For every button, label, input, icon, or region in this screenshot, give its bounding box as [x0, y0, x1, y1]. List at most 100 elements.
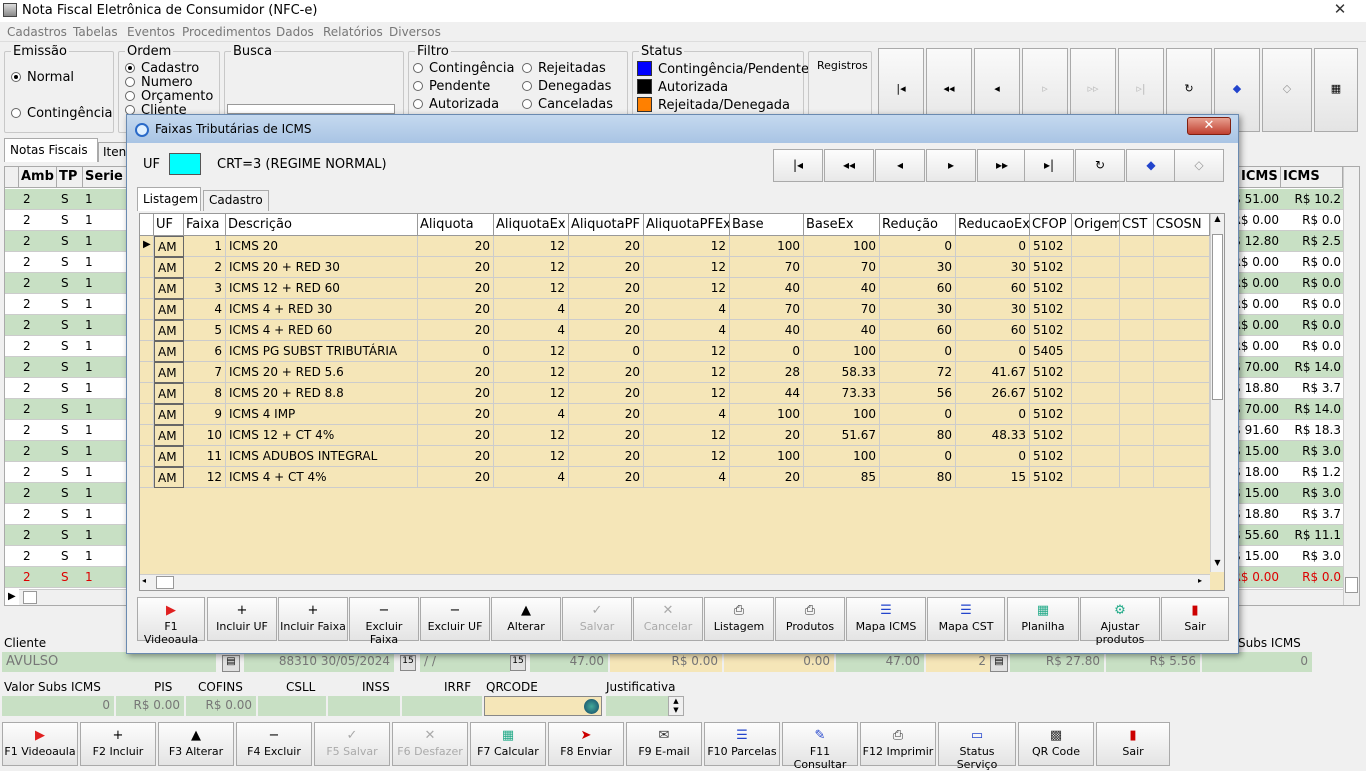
status-servico-button[interactable]: ▭ Status Serviço	[938, 722, 1016, 771]
filtro-pendente-radio[interactable]: Pendente	[413, 79, 490, 94]
sair-button[interactable]: ▮ Sair	[1161, 597, 1229, 641]
menu-procedimentos[interactable]: Procedimentos	[182, 25, 271, 39]
table-row[interactable]: AM 3 ICMS 12 + RED 60 20 12 20 12 40 40 60 60 5102	[140, 278, 1212, 299]
column-header[interactable]: Faixa	[184, 214, 226, 236]
grid-vscroll[interactable]: ▲ ▼	[1210, 214, 1224, 572]
filtro-denegadas-radio[interactable]: Denegadas	[522, 79, 611, 94]
f10-parcelas-button[interactable]: ☰ F10 Parcelas	[704, 722, 780, 766]
planilha-button[interactable]: ▦ Planilha	[1007, 597, 1079, 641]
emissao-normal-radio[interactable]: Normal	[11, 70, 74, 85]
dialog-goto-button[interactable]: ◇	[1174, 149, 1224, 182]
cliente-field[interactable]: AVULSO	[2, 652, 216, 672]
column-header[interactable]: Descrição	[226, 214, 418, 236]
dialog-first-button[interactable]: |◂	[773, 149, 823, 182]
cancelar-button[interactable]: ✕ Cancelar	[633, 597, 703, 641]
dialog-prev-button[interactable]: ◂	[875, 149, 925, 182]
filtro-canceladas-radio[interactable]: Canceladas	[522, 97, 613, 112]
scroll-up-icon[interactable]: ▲	[1211, 214, 1224, 223]
f9-email-button[interactable]: ✉ F9 E-mail	[626, 722, 702, 766]
tab-itens[interactable]: Itens	[98, 142, 128, 162]
table-row[interactable]: AM 11 ICMS ADUBOS INTEGRAL 20 12 20 12 100 100 0 0…	[140, 446, 1212, 467]
listagem-button[interactable]: ⎙ Listagem	[704, 597, 774, 641]
parcelas-icon[interactable]: ▤	[990, 655, 1008, 672]
dialog-prev-page-button[interactable]: ◂◂	[824, 149, 874, 182]
incluir-uf-button[interactable]: + Incluir UF	[207, 597, 277, 641]
calculator-button[interactable]: ▦	[1314, 48, 1358, 132]
faixas-grid[interactable]: UF Faixa Descrição Aliquota AliquotaEx Aliquo…	[139, 213, 1225, 591]
dialog-bookmark-button[interactable]: ◆	[1126, 149, 1176, 182]
excluir-uf-button[interactable]: − Excluir UF	[420, 597, 490, 641]
scroll-thumb[interactable]	[23, 591, 37, 604]
acrescimo-field[interactable]: 0.00	[724, 652, 834, 672]
dialog-next-page-button[interactable]: ▸▸	[977, 149, 1027, 182]
close-icon[interactable]: ✕	[1322, 0, 1358, 18]
menu-eventos[interactable]: Eventos	[127, 25, 175, 39]
column-header[interactable]: CSOSN	[1154, 214, 1210, 236]
dialog-close-icon[interactable]: ✕	[1187, 117, 1231, 135]
column-header[interactable]: Redução	[880, 214, 956, 236]
f2-incluir-button[interactable]: + F2 Incluir	[80, 722, 156, 766]
uf-input[interactable]	[169, 153, 201, 175]
col-tp[interactable]: TP	[57, 167, 83, 188]
scroll-thumb[interactable]	[1345, 577, 1358, 593]
column-header[interactable]: Base	[730, 214, 804, 236]
filtro-autorizada-radio[interactable]: Autorizada	[413, 97, 499, 112]
menu-cadastros[interactable]: Cadastros	[7, 25, 67, 39]
scroll-right-icon[interactable]: ▸	[1198, 576, 1202, 585]
column-header[interactable]: CST	[1120, 214, 1154, 236]
table-row[interactable]: AM 4 ICMS 4 + RED 30 20 4 20 4 70 70 30 30 5102	[140, 299, 1212, 320]
grid-hscroll[interactable]: ◂ ▸	[140, 574, 1210, 590]
f11-consultar-button[interactable]: ✎ F11 Consultar	[782, 722, 858, 771]
col-icms-2[interactable]: ICMS	[1281, 167, 1343, 188]
tab-notas-fiscais[interactable]: Notas Fiscais	[4, 138, 98, 162]
f3-alterar-button[interactable]: ▲ F3 Alterar	[158, 722, 234, 766]
scroll-thumb[interactable]	[1212, 234, 1223, 400]
data2-field[interactable]: / /	[420, 652, 510, 672]
f8-enviar-button[interactable]: ➤ F8 Enviar	[548, 722, 624, 766]
table-row[interactable]: AM 2 ICMS 20 + RED 30 20 12 20 12 70 70 30 30 5102	[140, 257, 1212, 278]
justificativa-field[interactable]	[606, 696, 668, 716]
grid-vscroll[interactable]	[1343, 167, 1359, 605]
table-row[interactable]: AM 8 ICMS 20 + RED 8.8 20 12 20 12 44 73.33 56 26.…	[140, 383, 1212, 404]
column-header[interactable]: Origem	[1072, 214, 1120, 236]
filtro-rejeitadas-radio[interactable]: Rejeitadas	[522, 61, 606, 76]
menu-dados[interactable]: Dados	[276, 25, 314, 39]
scroll-left-icon[interactable]: ◂	[142, 576, 146, 585]
menu-diversos[interactable]: Diversos	[389, 25, 441, 39]
menu-tabelas[interactable]: Tabelas	[73, 25, 118, 39]
incluir-faixa-button[interactable]: + Incluir Faixa	[278, 597, 348, 641]
sair-button[interactable]: ▮ Sair	[1096, 722, 1170, 766]
dialog-last-button[interactable]: ▸|	[1024, 149, 1074, 182]
f1-videoaula-button[interactable]: ▶ F1 Videoaula	[2, 722, 78, 766]
f12-imprimir-button[interactable]: ⎙ F12 Imprimir	[860, 722, 936, 766]
globe-icon[interactable]	[584, 699, 599, 714]
qr-code-button[interactable]: ▩ QR Code	[1018, 722, 1094, 766]
scroll-down-icon[interactable]: ▼	[1211, 558, 1224, 567]
tab-cadastro[interactable]: Cadastro	[203, 190, 269, 211]
mapa-icms-button[interactable]: ☰ Mapa ICMS	[846, 597, 926, 641]
table-row[interactable]: ▶ AM 1 ICMS 20 20 12 20 12 100 100 0 0 5102	[140, 236, 1212, 257]
salvar-button[interactable]: ✓ Salvar	[562, 597, 632, 641]
table-row[interactable]: AM 9 ICMS 4 IMP 20 4 20 4 100 100 0 0 5102	[140, 404, 1212, 425]
column-header[interactable]: AliquotaPFEx	[644, 214, 730, 236]
column-header[interactable]: CFOP	[1030, 214, 1072, 236]
table-row[interactable]: AM 7 ICMS 20 + RED 5.6 20 12 20 12 28 58.33 72 41.…	[140, 362, 1212, 383]
f7-calcular-button[interactable]: ▦ F7 Calcular	[470, 722, 546, 766]
videoaula-button[interactable]: ▶ F1 Videoaula	[137, 597, 205, 646]
ordem-numero-radio[interactable]: Numero	[125, 75, 193, 90]
column-header[interactable]: ReducaoEx	[956, 214, 1030, 236]
filtro-contingencia-radio[interactable]: Contingência	[413, 61, 514, 76]
calendar-icon[interactable]: 15	[510, 655, 526, 671]
mapa-cst-button[interactable]: ☰ Mapa CST	[927, 597, 1005, 641]
f6-desfazer-button[interactable]: ✕ F6 Desfazer	[392, 722, 468, 766]
produtos-button[interactable]: ⎙ Produtos	[775, 597, 845, 641]
ajustar-produtos-button[interactable]: ⚙ Ajustar produtos	[1080, 597, 1160, 646]
dialog-refresh-button[interactable]: ↻	[1075, 149, 1125, 182]
cliente-lookup-icon[interactable]: ▤	[222, 655, 240, 672]
tab-listagem[interactable]: Listagem	[137, 187, 201, 211]
col-icms[interactable]: ICMS	[1239, 167, 1281, 188]
column-header[interactable]: Aliquota	[418, 214, 494, 236]
col-serie[interactable]: Serie	[83, 167, 127, 188]
table-row[interactable]: AM 6 ICMS PG SUBST TRIBUTÁRIA 0 12 0 12 0 100 0 0 5…	[140, 341, 1212, 362]
f4-excluir-button[interactable]: − F4 Excluir	[236, 722, 312, 766]
